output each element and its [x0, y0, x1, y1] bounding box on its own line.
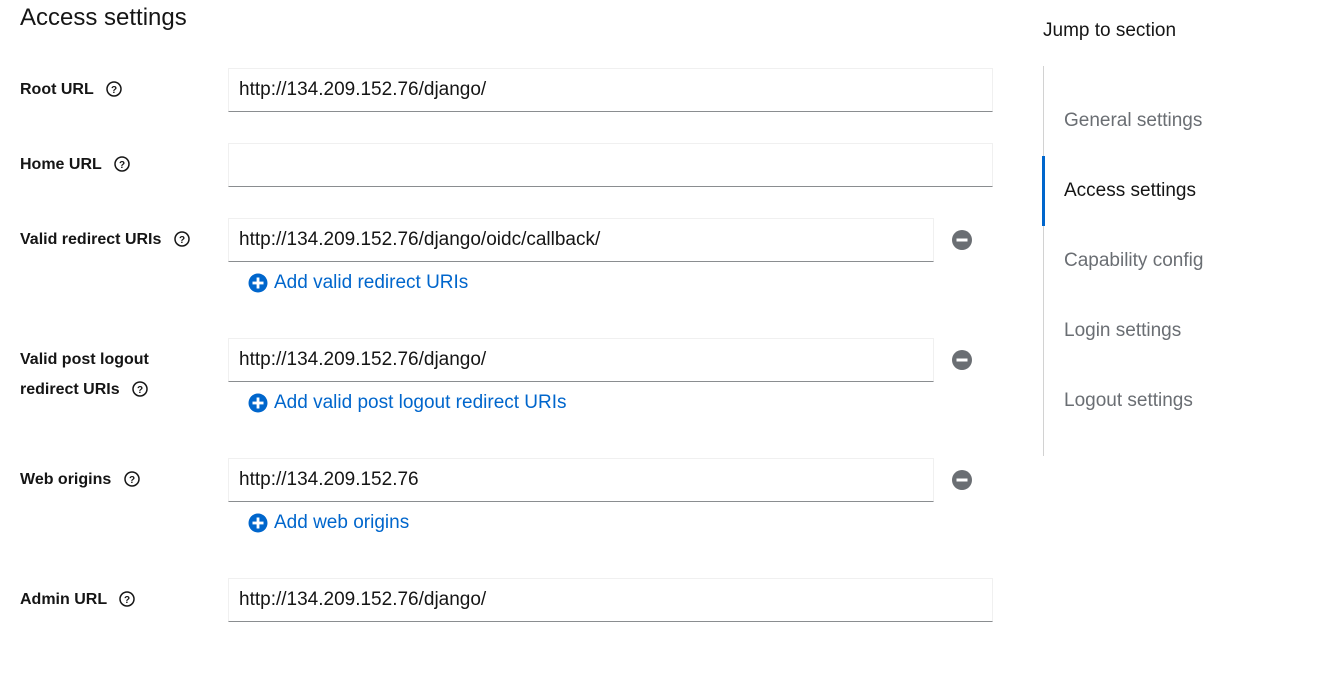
svg-text:?: ?: [119, 160, 125, 171]
access-settings-page: Access settings Root URL ? Home URL ? Va…: [0, 0, 1338, 679]
help-icon[interactable]: ?: [174, 231, 190, 247]
valid-redirect-uris-label: Valid redirect URIs ?: [20, 225, 220, 255]
jump-item-access-settings[interactable]: Access settings: [1042, 156, 1292, 226]
root-url-label-text: Root URL: [20, 81, 94, 98]
valid-redirect-uri-input[interactable]: [228, 218, 934, 262]
root-url-label: Root URL ?: [20, 75, 220, 105]
help-icon[interactable]: ?: [106, 81, 122, 97]
jump-item-logout-settings[interactable]: Logout settings: [1044, 366, 1294, 436]
add-valid-redirect-uri-link[interactable]: Add valid redirect URIs: [248, 272, 468, 294]
svg-text:?: ?: [137, 385, 143, 396]
help-icon[interactable]: ?: [132, 381, 148, 397]
add-valid-post-logout-uri-link[interactable]: Add valid post logout redirect URIs: [248, 392, 567, 414]
valid-post-logout-label-line2: redirect URIs: [20, 381, 120, 398]
svg-text:?: ?: [124, 595, 130, 606]
admin-url-label: Admin URL ?: [20, 585, 220, 615]
jump-item-general-settings[interactable]: General settings: [1044, 86, 1294, 156]
add-web-origin-label: Add web origins: [274, 512, 410, 533]
jump-item-login-settings[interactable]: Login settings: [1044, 296, 1294, 366]
jump-to-section-nav: General settings Access settings Capabil…: [1042, 66, 1294, 456]
add-valid-redirect-uri-label: Add valid redirect URIs: [274, 272, 469, 293]
svg-text:?: ?: [179, 235, 185, 246]
home-url-input[interactable]: [228, 143, 993, 187]
valid-post-logout-label: Valid post logout redirect URIs ?: [20, 345, 220, 405]
plus-circle-icon: [248, 273, 268, 293]
remove-post-logout-uri-button[interactable]: [950, 348, 974, 372]
root-url-input[interactable]: [228, 68, 993, 112]
help-icon[interactable]: ?: [123, 471, 140, 487]
admin-url-label-text: Admin URL: [20, 591, 107, 608]
web-origin-input[interactable]: [228, 458, 934, 502]
web-origins-label-text: Web origins: [20, 471, 112, 488]
valid-post-logout-uri-input[interactable]: [228, 338, 934, 382]
section-title: Access settings: [20, 4, 187, 31]
plus-circle-icon: [248, 393, 268, 413]
remove-redirect-uri-button[interactable]: [950, 228, 974, 252]
add-valid-post-logout-uri-label: Add valid post logout redirect URIs: [274, 392, 567, 413]
home-url-label-text: Home URL: [20, 156, 102, 173]
admin-url-input[interactable]: [228, 578, 993, 622]
plus-circle-icon: [248, 513, 268, 533]
help-icon[interactable]: ?: [114, 156, 130, 172]
valid-post-logout-label-line2-wrap: redirect URIs ?: [20, 375, 220, 405]
valid-redirect-uris-label-text: Valid redirect URIs: [20, 231, 162, 248]
add-web-origin-link[interactable]: Add web origins: [248, 512, 409, 534]
valid-post-logout-label-line1: Valid post logout: [20, 351, 149, 368]
jump-item-capability-config[interactable]: Capability config: [1044, 226, 1294, 296]
svg-text:?: ?: [129, 475, 135, 486]
jump-to-section-title: Jump to section: [1043, 20, 1177, 41]
help-icon[interactable]: ?: [119, 591, 136, 607]
home-url-label: Home URL ?: [20, 150, 220, 180]
remove-web-origin-button[interactable]: [950, 468, 974, 492]
svg-text:?: ?: [111, 85, 117, 96]
web-origins-label: Web origins ?: [20, 465, 220, 495]
